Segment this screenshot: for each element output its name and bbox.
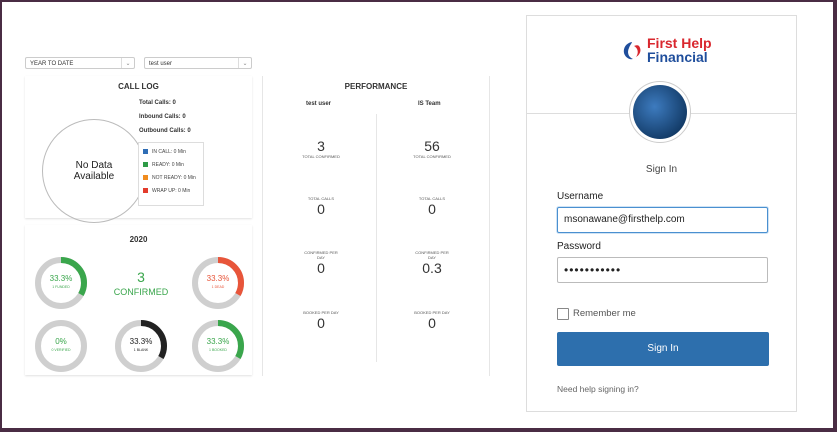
donut-value: 33.3% (129, 337, 153, 346)
login-card: First Help Financial Sign In Username ms… (526, 15, 797, 412)
legend-swatch (143, 188, 148, 194)
perf-col-team: IS Team (418, 101, 441, 107)
divider (489, 76, 490, 376)
perf-team-calls: TOTAL CALLS 0 (393, 196, 471, 217)
user-select[interactable]: test user ⌄ (144, 57, 252, 69)
call-legend: IN CALL: 0 Min READY: 0 Min NOT READY: 0… (138, 142, 204, 206)
inbound-calls: Inbound Calls: 0 (139, 114, 186, 120)
sign-in-button[interactable]: Sign In (557, 332, 769, 366)
legend-in-call: IN CALL: 0 Min (143, 149, 186, 155)
username-label: Username (557, 191, 604, 202)
donut-booked: 33.3% 1 BOOKED (191, 319, 245, 373)
divider (262, 76, 263, 376)
no-data-chart: No Data Available (42, 119, 146, 223)
perf-value: 0 (428, 315, 436, 331)
donut-label: 1 DEAD (211, 285, 225, 289)
donut-label: 1 BLANK (133, 348, 149, 352)
username-input[interactable]: msonawane@firsthelp.com (557, 207, 768, 233)
perf-user-booked-per-day: BOOKED PER DAY 0 (282, 310, 360, 331)
perf-value: 0 (428, 201, 436, 217)
divider (376, 114, 377, 362)
perf-user-calls: TOTAL CALLS 0 (282, 196, 360, 217)
perf-value: 56 (424, 138, 440, 154)
no-data-line1: No Data (75, 160, 113, 171)
perf-value: 3 (317, 138, 325, 154)
legend-ready: READY: 0 Min (143, 162, 184, 168)
legend-label: NOT READY: 0 Min (152, 175, 196, 181)
perf-user-confirmed-per-day: CONFIRMED PER DAY 0 (282, 250, 360, 276)
perf-team-confirmed: 56 TOTAL CONFIRMED (393, 138, 471, 159)
perf-label: TOTAL CONFIRMED (302, 154, 340, 159)
donut-value: 33.3% (206, 274, 230, 283)
sign-in-heading: Sign In (645, 164, 678, 175)
donut-funded: 33.3% 1 FUNDED (34, 256, 88, 310)
password-label: Password (557, 241, 601, 252)
donut-dead: 33.3% 1 DEAD (191, 256, 245, 310)
donut-blank: 33.3% 1 BLANK (114, 319, 168, 373)
avatar-image (633, 85, 687, 139)
perf-user-confirmed: 3 TOTAL CONFIRMED (282, 138, 360, 159)
perf-col-user: test user (306, 101, 332, 107)
perf-value: 0.3 (422, 260, 442, 276)
call-log-title: CALL LOG (118, 82, 159, 91)
legend-wrap-up: WRAP UP: 0 Min (143, 188, 190, 194)
confirmed-label: CONFIRMED (113, 287, 169, 297)
legend-swatch (143, 175, 148, 181)
performance-title: PERFORMANCE (344, 82, 408, 91)
call-log-panel: CALL LOG Total Calls: 0 Inbound Calls: 0… (25, 76, 252, 223)
donut-value: 33.3% (206, 337, 230, 346)
legend-label: WRAP UP: 0 Min (152, 188, 191, 194)
outbound-calls: Outbound Calls: 0 (139, 128, 191, 134)
chevron-down-icon: ⌄ (238, 58, 251, 68)
perf-value: 0 (317, 315, 325, 331)
donut-verified: 0% 0 VERIFIED (34, 319, 88, 373)
help-link[interactable]: Need help signing in? (557, 384, 639, 394)
year-panel: 2020 33.3% 1 FUNDED 3 CONFIRMED 33.3% 1 … (25, 225, 252, 375)
legend-not-ready: NOT READY: 0 Min (143, 175, 196, 181)
legend-label: READY: 0 Min (152, 162, 184, 168)
perf-label: TOTAL CONFIRMED (413, 154, 451, 159)
app-window: YEAR TO DATE ⌄ test user ⌄ CALL LOG Tota… (2, 2, 833, 428)
year-title: 2020 (129, 235, 148, 244)
total-calls: Total Calls: 0 (139, 100, 176, 106)
legend-swatch (143, 149, 148, 155)
perf-label: CONFIRMED PER DAY (415, 250, 449, 260)
performance-panel: PERFORMANCE test user IS Team 3 TOTAL CO… (262, 76, 490, 376)
perf-value: 0 (317, 260, 325, 276)
remember-me-checkbox[interactable] (557, 308, 569, 320)
brand-name-line2: Financial (647, 49, 708, 65)
confirmed-value: 3 (137, 269, 145, 285)
perf-team-confirmed-per-day: CONFIRMED PER DAY 0.3 (393, 250, 471, 276)
no-data-line2: Available (73, 171, 115, 182)
legend-swatch (143, 162, 148, 168)
perf-label: CONFIRMED PER DAY (304, 250, 338, 260)
donut-label: 1 BOOKED (209, 348, 227, 352)
donut-label: 1 FUNDED (52, 285, 70, 289)
perf-value: 0 (317, 201, 325, 217)
period-select-value: YEAR TO DATE (30, 61, 74, 67)
perf-team-booked-per-day: BOOKED PER DAY 0 (393, 310, 471, 331)
password-input[interactable]: ••••••••••• (557, 257, 768, 283)
remember-me-label: Remember me (573, 308, 636, 319)
org-avatar (629, 81, 691, 143)
donut-label: 0 VERIFIED (51, 348, 71, 352)
donut-value: 33.3% (49, 274, 73, 283)
legend-label: IN CALL: 0 Min (152, 149, 186, 155)
period-select[interactable]: YEAR TO DATE ⌄ (25, 57, 135, 69)
donut-value: 0% (55, 337, 67, 346)
chevron-down-icon: ⌄ (121, 58, 134, 68)
user-select-value: test user (149, 61, 173, 67)
dashboard: YEAR TO DATE ⌄ test user ⌄ CALL LOG Tota… (2, 2, 522, 428)
brand-name-line1: First Help (647, 35, 712, 51)
brand-logo-icon (623, 42, 641, 60)
